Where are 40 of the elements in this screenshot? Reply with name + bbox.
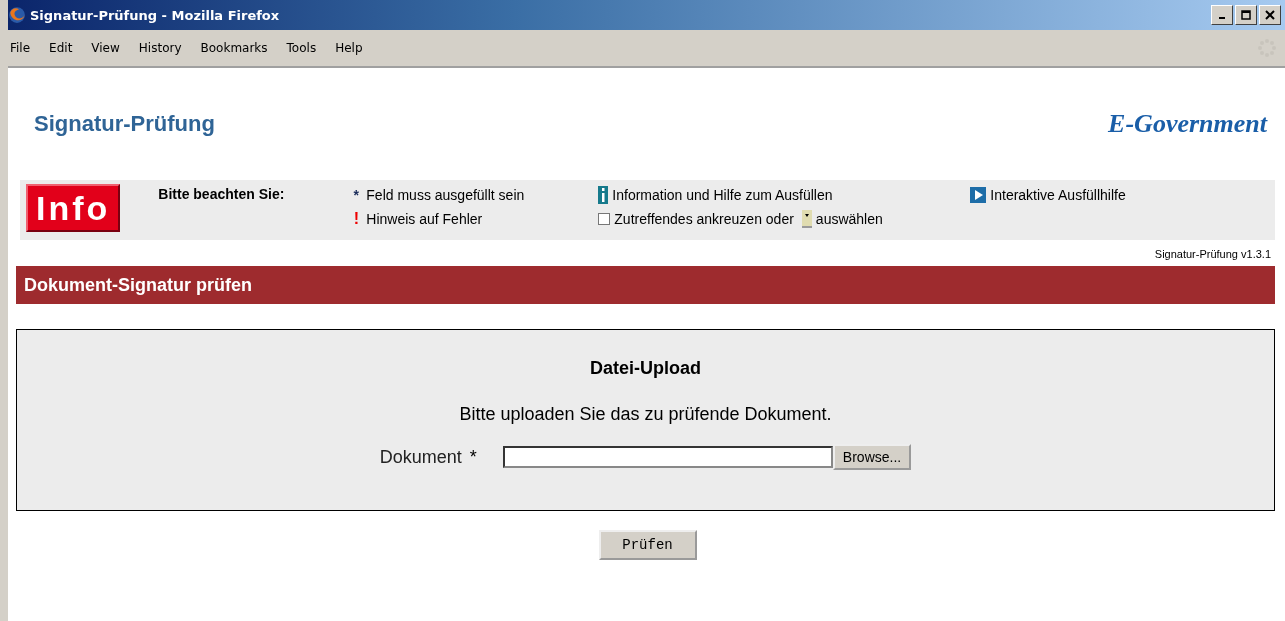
close-button[interactable] <box>1259 5 1281 25</box>
browser-logo-icon <box>8 6 26 24</box>
info-badge: Info <box>26 184 121 232</box>
upload-title: Datei-Upload <box>590 358 701 379</box>
browse-button[interactable]: Browse... <box>832 444 912 470</box>
section-header: Dokument-Signatur prüfen <box>16 266 1275 304</box>
maximize-button[interactable] <box>1235 5 1257 25</box>
menu-item[interactable]: View <box>91 41 120 55</box>
instruction-text: Bitte uploaden Sie das zu prüfende Dokument. <box>459 404 832 425</box>
play-icon <box>970 187 987 203</box>
menu-item[interactable]: Bookmarks <box>200 41 268 55</box>
submit-button[interactable]: Prüfen <box>598 530 697 560</box>
file-path-field[interactable] <box>502 446 833 468</box>
legend-text: Zutreffendes ankreuzen oder <box>614 211 794 227</box>
legend-text: Interaktive Ausfüllhilfe <box>990 187 1126 203</box>
legend-text: Hinweis auf Fehler <box>366 211 483 227</box>
menu-item[interactable]: Edit <box>49 41 73 55</box>
legend-text: Feld muss ausgefüllt sein <box>366 187 525 203</box>
window-title: Signatur-Prüfung - Mozilla Firefox <box>30 7 280 23</box>
required-mark: * <box>469 446 477 468</box>
exclamation-mark: ! <box>352 210 360 228</box>
minimize-button[interactable] <box>1211 5 1233 25</box>
logo: E-Government <box>1108 109 1267 139</box>
maximize-icon <box>1241 10 1251 20</box>
menu-item[interactable]: History <box>138 41 182 55</box>
checkbox-icon <box>598 213 611 225</box>
menu-item[interactable]: Help <box>335 41 363 55</box>
dropdown-icon <box>801 210 812 228</box>
minimize-icon <box>1219 17 1225 19</box>
info-icon <box>598 186 609 204</box>
version-text: Signatur-Prüfung v1.3.1 <box>1154 248 1271 260</box>
legend-heading: Bitte beachten Sie: <box>158 186 286 202</box>
page-title: Signatur-Prüfung <box>34 111 215 137</box>
close-icon <box>1265 10 1275 20</box>
field-label: Dokument <box>379 446 462 468</box>
legend-text: auswählen <box>815 211 883 227</box>
menu-item[interactable]: Tools <box>286 41 317 55</box>
asterisk: * <box>352 187 361 203</box>
legend-text: Information und Hilfe zum Ausfüllen <box>612 187 833 203</box>
menu-item[interactable]: File <box>10 41 31 55</box>
